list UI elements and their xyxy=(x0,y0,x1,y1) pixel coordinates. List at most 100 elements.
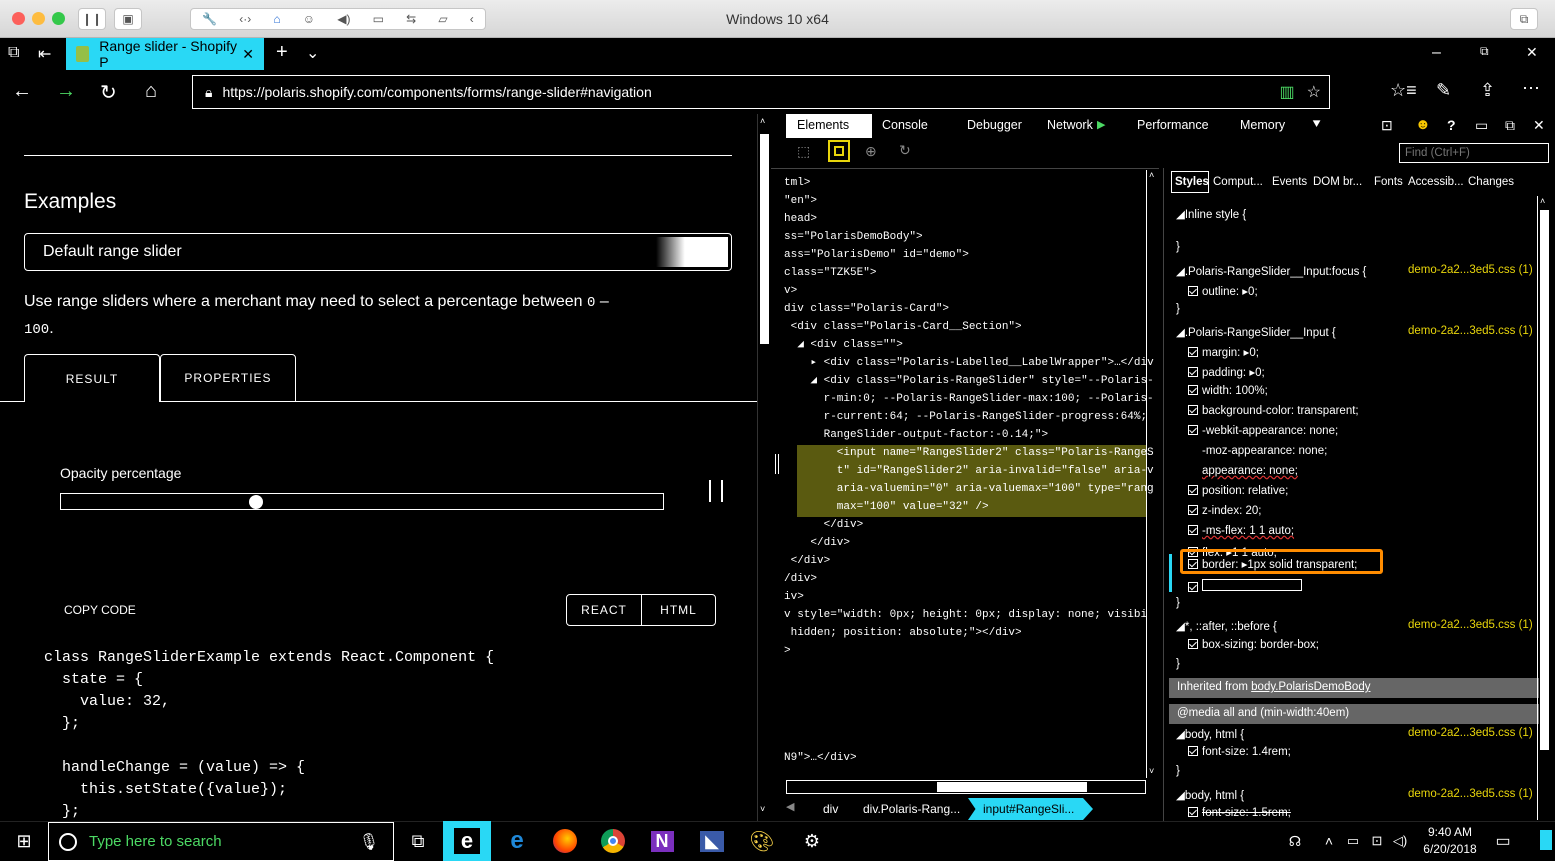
rule-body-source-link[interactable]: demo-2a2...3ed5.css (1) xyxy=(1408,727,1533,739)
edge-app-icon[interactable]: e xyxy=(443,821,491,861)
checkbox-icon[interactable] xyxy=(1188,807,1198,817)
style-prop[interactable]: width: 100%; xyxy=(1188,385,1359,405)
taskbar-search[interactable]: Type here to search 🎙︎ xyxy=(48,822,394,861)
help-icon[interactable]: ? xyxy=(1447,117,1456,133)
dock-icon[interactable]: ▭ xyxy=(1475,117,1488,134)
style-tab-styles[interactable]: Styles xyxy=(1175,176,1209,188)
back-icon[interactable]: ← xyxy=(12,80,32,103)
dom-node-line[interactable]: <div class="Polaris-Card__Section"> xyxy=(784,318,1154,336)
tab-range-slider[interactable]: Range slider - Shopify P ✕ xyxy=(66,38,264,70)
rule-input-properties[interactable]: margin: ▸0; padding: ▸0; width: 100%; backg… xyxy=(1188,345,1359,565)
dom-node-line[interactable]: ◢ <div class="Polaris-RangeSlider" style… xyxy=(784,372,1153,390)
start-icon[interactable]: ⊞ xyxy=(0,821,48,861)
checkbox-icon[interactable] xyxy=(1188,582,1198,592)
pen-icon[interactable]: ✎ xyxy=(1436,80,1451,101)
breadcrumb-input[interactable]: input#RangeSli... xyxy=(983,802,1074,816)
style-tab-computed[interactable]: Comput... xyxy=(1213,176,1263,188)
example-select[interactable]: Default range slider xyxy=(24,233,732,271)
tab-result[interactable]: RESULT xyxy=(24,354,160,402)
refresh-dom-icon[interactable]: ↻ xyxy=(899,142,911,159)
style-prop[interactable]: -ms-flex: 1 1 auto; xyxy=(1188,525,1359,545)
new-prop-input[interactable] xyxy=(1202,579,1302,591)
color-picker-icon[interactable]: ⊕ xyxy=(865,143,877,160)
dom-node-line[interactable]: /div> xyxy=(784,570,1154,588)
copy-code-button[interactable]: COPY CODE xyxy=(64,603,136,617)
rule-focus-selector[interactable]: ◢.Polaris-RangeSlider__Input:focus { xyxy=(1176,264,1366,278)
style-prop[interactable]: appearance: none; xyxy=(1188,465,1359,485)
maximize-icon[interactable]: ⧉ xyxy=(1480,44,1489,59)
microphone-icon[interactable]: 🎙︎ xyxy=(359,832,379,852)
firefox-icon[interactable] xyxy=(543,821,587,861)
dom-node-line[interactable]: > xyxy=(784,642,1154,660)
ie-icon[interactable]: e xyxy=(495,821,539,861)
page-scrollbar[interactable]: ˄ ˅ xyxy=(757,114,771,821)
address-bar[interactable]: 🔒︎ https://polaris.shopify.com/component… xyxy=(192,75,1330,109)
star-icon[interactable]: ☆ xyxy=(1307,82,1321,102)
tab-network[interactable]: Network xyxy=(1047,118,1093,132)
style-tab-accessibility[interactable]: Accessib... xyxy=(1408,176,1464,188)
tab-close-icon[interactable]: ✕ xyxy=(242,46,254,63)
range-slider-thumb[interactable] xyxy=(249,495,264,509)
styles-scroll-up-icon[interactable]: ˄ xyxy=(1540,196,1545,206)
dom-node-line[interactable]: ▸ <div class="Polaris-Labelled__LabelWra… xyxy=(784,354,1153,372)
dom-node-line[interactable]: tml> xyxy=(784,174,1154,192)
url-text[interactable]: https://polaris.shopify.com/components/f… xyxy=(222,84,651,100)
rule-input-selector[interactable]: ◢.Polaris-RangeSlider__Input { xyxy=(1176,325,1336,339)
dom-node-line[interactable]: iv> xyxy=(784,588,1154,606)
dom-node-line[interactable]: ss="PolarisDemoBody"> xyxy=(784,228,1154,246)
code-tab-html[interactable]: HTML xyxy=(641,594,716,626)
dom-node-line[interactable]: hidden; position: absolute;"></div> xyxy=(784,624,1154,642)
fullscreen-icon[interactable]: ⧉ xyxy=(1510,8,1538,30)
style-prop[interactable]: padding: ▸0; xyxy=(1188,365,1359,385)
undock-icon[interactable]: ⧉ xyxy=(1505,117,1515,134)
style-prop[interactable]: margin: ▸0; xyxy=(1188,345,1359,365)
style-tab-fonts[interactable]: Fonts xyxy=(1374,176,1403,188)
styles-scrollbar[interactable]: ˄ xyxy=(1537,196,1551,820)
show-desktop-button[interactable] xyxy=(1540,830,1552,850)
dom-tail-line[interactable]: N9">…</div> xyxy=(784,749,857,767)
close-icon[interactable]: ✕ xyxy=(1526,44,1538,61)
dom-node-line[interactable]: r-min:0; --Polaris-RangeSlider-max:100; … xyxy=(784,390,1154,408)
inherited-link[interactable]: body.PolarisDemoBody xyxy=(1251,681,1370,693)
checkbox-icon[interactable] xyxy=(1188,525,1198,535)
dom-tree[interactable]: tml> "en"> head> ss="PolarisDemoBody"> ass="… xyxy=(784,174,1154,660)
style-prop[interactable]: position: relative; xyxy=(1188,485,1359,505)
paint-app-icon[interactable]: 🎨︎ xyxy=(739,821,785,861)
refresh-icon[interactable]: ↻ xyxy=(100,80,117,105)
highlight-toggle-icon[interactable] xyxy=(828,140,850,162)
vm-app-icon[interactable]: ◣ xyxy=(689,821,735,861)
rule-body-selector[interactable]: ◢body, html { xyxy=(1176,727,1244,741)
more-icon[interactable]: ⋯ xyxy=(1522,78,1540,99)
prop-font-size[interactable]: font-size: 1.4rem; xyxy=(1188,746,1291,758)
dom-node-line[interactable]: t" id="RangeSlider2" aria-invalid="false… xyxy=(784,462,1154,480)
dom-hscrollbar[interactable] xyxy=(786,780,1146,794)
more-tabs-chevron-icon[interactable]: ⯆ xyxy=(1311,116,1322,133)
select-element-icon[interactable]: ⬚ xyxy=(797,143,810,160)
chevron-down-icon[interactable]: ⌄ xyxy=(306,43,319,63)
breadcrumb-left-icon[interactable]: ◀ xyxy=(786,800,794,813)
rule-input-source-link[interactable]: demo-2a2...3ed5.css (1) xyxy=(1408,325,1533,337)
breadcrumb-div[interactable]: div xyxy=(823,802,838,816)
dom-node-line[interactable]: max="100" value="32" /> xyxy=(784,498,1154,516)
style-tab-dom-breakpoints[interactable]: DOM br... xyxy=(1313,176,1362,188)
dom-node-line[interactable]: v> xyxy=(784,282,1154,300)
dom-node-line[interactable]: ◢ <div class=""> xyxy=(784,336,1154,354)
style-prop[interactable]: z-index: 20; xyxy=(1188,505,1359,525)
rule-body2-source-link[interactable]: demo-2a2...3ed5.css (1) xyxy=(1408,788,1533,800)
rule-focus-source-link[interactable]: demo-2a2...3ed5.css (1) xyxy=(1408,264,1533,276)
rule-universal-source-link[interactable]: demo-2a2...3ed5.css (1) xyxy=(1408,619,1533,631)
checkbox-icon[interactable] xyxy=(1188,746,1198,756)
console-drawer-icon[interactable]: ⊡ xyxy=(1381,117,1393,134)
checkbox-icon[interactable] xyxy=(1188,405,1198,415)
favorites-icon[interactable]: ☆≡ xyxy=(1390,80,1417,101)
scroll-up-icon[interactable]: ˄ xyxy=(760,116,765,126)
breadcrumb-rangeslider[interactable]: div.Polaris-Rang... xyxy=(863,802,960,816)
chrome-icon[interactable] xyxy=(591,821,635,861)
checkbox-icon[interactable] xyxy=(1188,367,1198,377)
notifications-icon[interactable]: ▭ xyxy=(1488,821,1518,861)
tab-performance[interactable]: Performance xyxy=(1137,118,1209,132)
checkbox-icon[interactable] xyxy=(1188,425,1198,435)
dom-node-line[interactable]: r-current:64; --Polaris-RangeSlider-prog… xyxy=(784,408,1154,426)
style-tab-changes[interactable]: Changes xyxy=(1468,176,1514,188)
dom-node-line[interactable]: RangeSlider-output-factor:-0.14;"> xyxy=(784,426,1154,444)
